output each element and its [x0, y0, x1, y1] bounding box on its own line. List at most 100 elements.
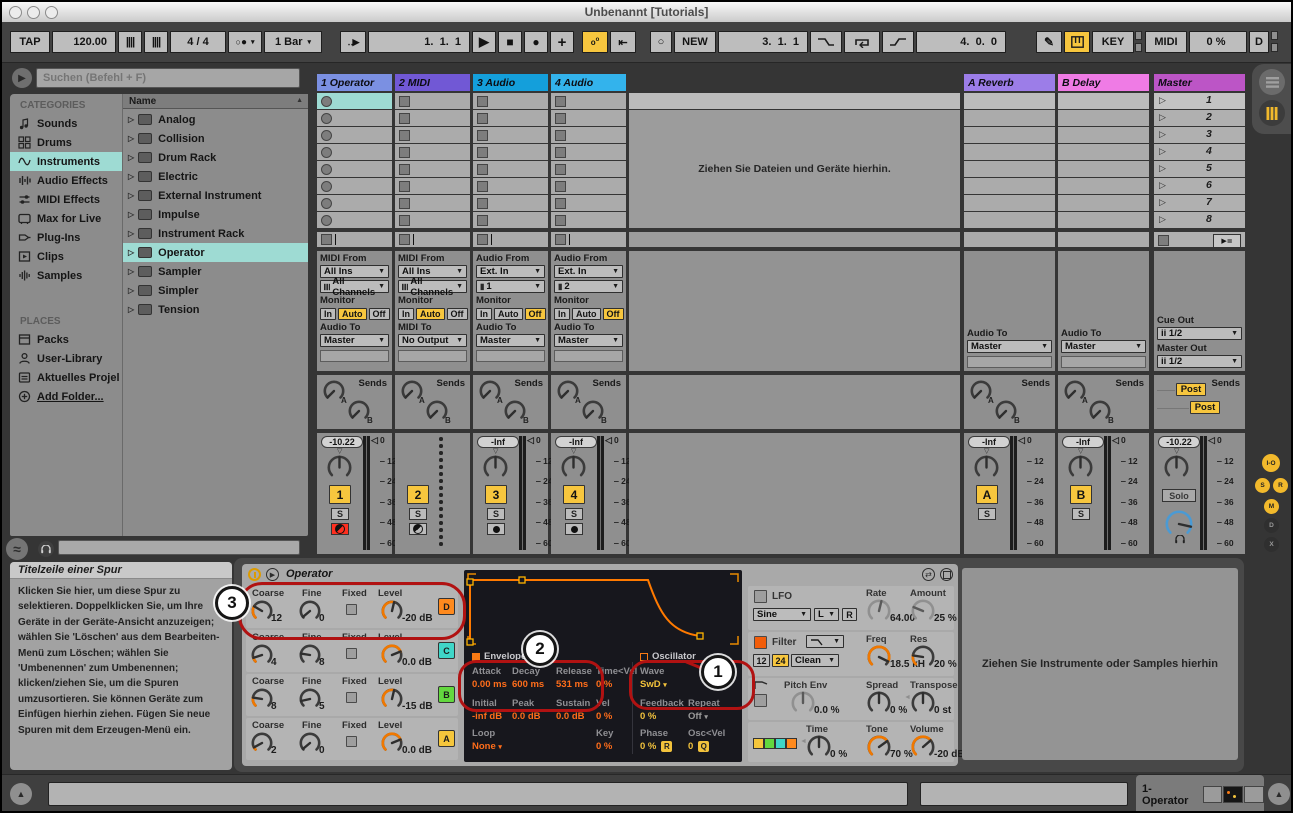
output-type-chooser[interactable]: Master ▼: [320, 334, 389, 347]
tempo-display[interactable]: 120.00: [52, 31, 116, 53]
master-track-header[interactable]: Master: [1154, 74, 1245, 91]
sidebar-item-plug-ins[interactable]: Plug-Ins: [10, 228, 122, 247]
midi-map-button[interactable]: MIDI: [1145, 31, 1187, 53]
re-enable-automation-button[interactable]: ⇤: [610, 31, 636, 53]
clip-slot[interactable]: [395, 127, 470, 143]
show-device-view-button[interactable]: ▲: [1268, 783, 1290, 805]
clip-stop-slot[interactable]: [395, 232, 470, 247]
pitch-env-knob[interactable]: [790, 690, 816, 721]
metronome-button[interactable]: ○● ▾: [228, 31, 262, 53]
browser-item-external-instrument[interactable]: ▷ External Instrument: [123, 186, 308, 205]
monitor-in-button[interactable]: In: [398, 308, 414, 320]
preview-headphone-button[interactable]: [38, 541, 54, 557]
clip-slot[interactable]: [551, 144, 626, 160]
track-activator-button[interactable]: 4: [563, 485, 585, 504]
device-drop-area[interactable]: Ziehen Sie Instrumente oder Samples hier…: [962, 568, 1238, 760]
scene-slot-1[interactable]: ▷ 1: [1154, 93, 1245, 109]
tone-knob[interactable]: [866, 734, 892, 765]
time-signature-display[interactable]: 4 / 4: [170, 31, 226, 53]
sidebar-place-packs[interactable]: Packs: [10, 330, 122, 349]
clip-slot[interactable]: [551, 93, 626, 109]
sidebar-item-samples[interactable]: Samples: [10, 266, 122, 285]
operator-param[interactable]: 0Q: [688, 741, 710, 752]
clip-slot[interactable]: [473, 93, 548, 109]
track-activator-button[interactable]: B: [1070, 485, 1092, 504]
filter-slope-24-button[interactable]: 24: [772, 654, 789, 667]
monitor-in-button[interactable]: In: [554, 308, 570, 320]
clip-slot[interactable]: [317, 93, 392, 109]
session-drop-area[interactable]: Ziehen Sie Dateien und Geräte hierhin.: [629, 110, 960, 228]
arm-button[interactable]: [409, 523, 427, 535]
level-knob[interactable]: [380, 731, 404, 760]
show-delay-toggle[interactable]: D: [1264, 518, 1279, 533]
filter-circuit-chooser[interactable]: Clean ▼: [791, 654, 839, 667]
show-info-view-button[interactable]: ▲: [10, 783, 32, 805]
show-mixer-toggle[interactable]: M: [1264, 499, 1279, 514]
input-channel-chooser[interactable]: ▮ 1 ▼: [476, 280, 545, 293]
fixed-checkbox[interactable]: [346, 648, 357, 659]
volume-fader-handle[interactable]: ◁: [371, 435, 378, 446]
automation-arm-button[interactable]: oo: [582, 31, 608, 53]
hot-swap-button[interactable]: ⇄: [922, 568, 935, 581]
loop-switch[interactable]: [844, 31, 880, 53]
clip-slot[interactable]: [473, 178, 548, 194]
send-a-post-button[interactable]: Post: [1176, 383, 1206, 396]
pitch-env-checkbox[interactable]: [754, 694, 767, 707]
punch-in-button[interactable]: [810, 31, 842, 53]
clip-slot[interactable]: [395, 195, 470, 211]
fixed-checkbox[interactable]: [346, 692, 357, 703]
operator-param[interactable]: Off ▾: [688, 711, 708, 722]
browser-item-tension[interactable]: ▷ Tension: [123, 300, 308, 319]
loop-length-display[interactable]: 4. 0. 0: [916, 31, 1006, 53]
scene-slot-5[interactable]: ▷ 5: [1154, 161, 1245, 177]
input-channel-chooser[interactable]: All Channels ▼: [398, 276, 467, 298]
output-type-chooser[interactable]: Master ▼: [554, 334, 623, 347]
operator-param[interactable]: 0 %: [640, 711, 656, 722]
record-button[interactable]: ●: [524, 31, 548, 53]
scene-play-icon[interactable]: ▷: [1159, 163, 1166, 174]
clip-slot[interactable]: [317, 161, 392, 177]
clip-slot[interactable]: [473, 161, 548, 177]
stop-button[interactable]: ■: [498, 31, 522, 53]
spread-knob[interactable]: [866, 690, 892, 721]
quantization-menu[interactable]: 1 Bar ▾: [264, 31, 322, 53]
disclosure-icon[interactable]: ▷: [128, 191, 134, 200]
new-scene-button[interactable]: NEW: [674, 31, 716, 53]
output-type-chooser[interactable]: Master ▼: [1061, 340, 1146, 353]
session-record-button[interactable]: ○: [650, 31, 672, 53]
stop-icon[interactable]: [1158, 235, 1169, 246]
pan-knob[interactable]: [1067, 454, 1094, 486]
volume-fader-handle[interactable]: ◁: [1018, 435, 1025, 446]
save-preset-button[interactable]: [940, 568, 953, 581]
monitor-in-button[interactable]: In: [476, 308, 492, 320]
scene-play-icon[interactable]: ▷: [1159, 112, 1166, 123]
monitor-off-button[interactable]: Off: [368, 308, 390, 320]
clip-slot[interactable]: [395, 144, 470, 160]
key-map-button[interactable]: KEY: [1092, 31, 1134, 53]
clip-slot[interactable]: [473, 110, 548, 126]
filter-slope-12-button[interactable]: 12: [753, 654, 770, 667]
show-preview-button[interactable]: ≈: [6, 538, 28, 560]
clip-slot[interactable]: [551, 178, 626, 194]
operator-param[interactable]: -inf dB: [472, 711, 502, 722]
master-pan-knob[interactable]: [1163, 454, 1190, 486]
volume-knob[interactable]: [910, 734, 936, 765]
session-view-button[interactable]: [1259, 100, 1285, 126]
scene-slot-2[interactable]: ▷ 2: [1154, 110, 1245, 126]
browser-item-impulse[interactable]: ▷ Impulse: [123, 205, 308, 224]
clip-stop-slot[interactable]: [551, 232, 626, 247]
overdub-button[interactable]: +: [550, 31, 574, 53]
track-header-4[interactable]: 4 Audio: [551, 74, 626, 91]
device-activator-button[interactable]: [248, 568, 261, 581]
follow-button[interactable]: ‥▶: [340, 31, 366, 53]
browser-item-instrument-rack[interactable]: ▷ Instrument Rack: [123, 224, 308, 243]
level-knob[interactable]: [380, 643, 404, 672]
monitor-auto-button[interactable]: Auto: [572, 308, 601, 320]
pan-knob[interactable]: [482, 454, 509, 486]
sidebar-item-sounds[interactable]: Sounds: [10, 114, 122, 133]
clip-slot[interactable]: [551, 212, 626, 228]
browser-fold-button[interactable]: ▶: [12, 68, 32, 88]
arrangement-position-display[interactable]: 1. 1. 1: [368, 31, 470, 53]
stop-all-clips-button[interactable]: ▶≣: [1213, 233, 1241, 248]
amount-knob[interactable]: [910, 598, 936, 629]
